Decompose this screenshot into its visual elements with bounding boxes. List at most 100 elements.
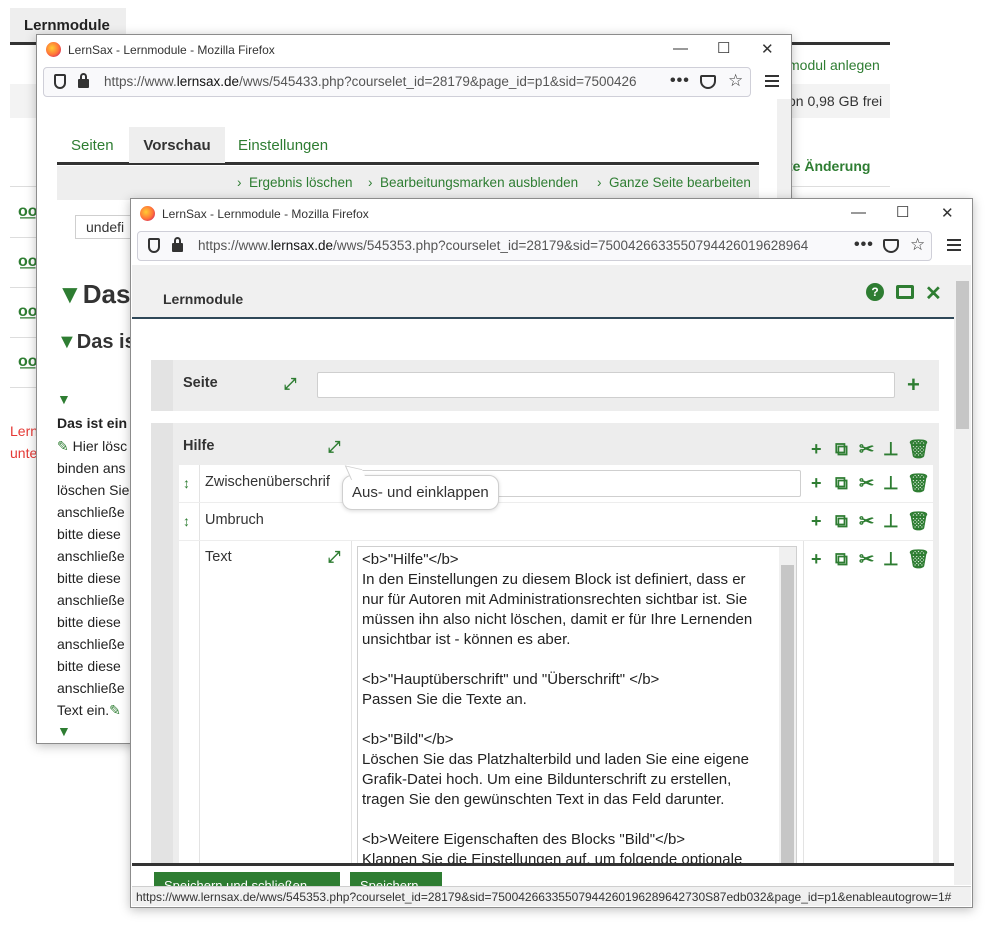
add-icon[interactable]: + bbox=[811, 439, 822, 459]
list-item: Text ⤢ <b>"Hilfe"</b> In den Einstellung… bbox=[179, 541, 933, 878]
close-icon[interactable]: ✕ bbox=[941, 204, 954, 222]
copy-icon[interactable]: ⧉ bbox=[835, 473, 848, 493]
glasses-icon[interactable]: o͟o bbox=[18, 303, 38, 321]
minimize-icon[interactable]: — bbox=[673, 40, 688, 57]
close-icon[interactable]: ✕ bbox=[925, 281, 942, 306]
cut-icon[interactable]: ✂ bbox=[859, 511, 874, 531]
row-label: Text bbox=[205, 549, 232, 565]
more-icon[interactable]: ••• bbox=[670, 72, 690, 90]
stamp-icon[interactable]: ⊥ bbox=[883, 511, 899, 531]
url-bar[interactable]: https://www.lernsax.de/wws/545353.php?co… bbox=[137, 231, 932, 261]
stamp-icon[interactable]: ⊥ bbox=[883, 439, 899, 459]
help-icon[interactable]: ? bbox=[866, 283, 884, 301]
row-label: Zwischenüberschrif bbox=[205, 474, 330, 490]
window-titlebar: LernSax - Lernmodule - Mozilla Firefox —… bbox=[37, 35, 791, 65]
triangle-down-icon[interactable]: ▼ bbox=[57, 279, 83, 309]
lock-icon[interactable] bbox=[78, 73, 89, 88]
maximize-icon[interactable]: ☐ bbox=[896, 203, 909, 221]
move-icon[interactable]: ↕ bbox=[183, 475, 190, 491]
tab-seiten[interactable]: Seiten bbox=[71, 127, 114, 163]
menu-icon[interactable] bbox=[765, 75, 779, 87]
expand-icon[interactable]: ⤢ bbox=[325, 549, 343, 567]
add-icon[interactable]: + bbox=[811, 511, 822, 531]
copy-icon[interactable]: ⧉ bbox=[835, 511, 848, 531]
add-icon[interactable]: + bbox=[811, 473, 822, 493]
row-actions: + ⧉ ✂ ⊥ 🗑 bbox=[811, 549, 931, 569]
triangle-down-icon[interactable]: ▼ bbox=[57, 723, 71, 739]
glasses-icon[interactable]: o͟o bbox=[18, 203, 38, 221]
glasses-icon[interactable]: o͟o bbox=[18, 353, 38, 371]
triangle-down-icon[interactable]: ▼ bbox=[57, 391, 71, 407]
row-label: Umbruch bbox=[205, 512, 264, 528]
save-close-button[interactable]: Speichern und schließen bbox=[154, 872, 340, 886]
text-line: anschließe bbox=[57, 592, 125, 608]
glasses-icon[interactable]: o͟o bbox=[18, 253, 38, 271]
page-title-input[interactable] bbox=[317, 372, 895, 398]
page-scrollbar[interactable] bbox=[954, 265, 971, 885]
action-reset-result[interactable]: › Ergebnis löschen bbox=[237, 175, 353, 190]
bg-red-text-2: unte bbox=[10, 445, 38, 461]
textarea-scrollbar[interactable] bbox=[779, 547, 796, 875]
tab-einstellungen[interactable]: Einstellungen bbox=[238, 127, 328, 163]
text-line: bitte diese bbox=[57, 526, 121, 542]
text-editor[interactable]: <b>"Hilfe"</b> In den Einstellungen zu d… bbox=[357, 546, 797, 878]
bookmark-star-icon[interactable]: ☆ bbox=[910, 235, 925, 255]
move-icon[interactable]: ↕ bbox=[183, 513, 190, 529]
scrollbar-thumb[interactable] bbox=[956, 281, 969, 429]
bg-last-change[interactable]: te Änderung bbox=[788, 158, 870, 174]
url-text[interactable]: https://www.lernsax.de/wws/545353.php?co… bbox=[198, 238, 848, 253]
heading-1: ▼Das bbox=[57, 279, 131, 309]
close-icon[interactable]: ✕ bbox=[761, 40, 774, 58]
action-edit-page[interactable]: › Ganze Seite bearbeiten bbox=[597, 175, 751, 190]
text-line: anschließe bbox=[57, 504, 125, 520]
url-text[interactable]: https://www.lernsax.de/wws/545433.php?co… bbox=[104, 74, 664, 89]
maximize-icon[interactable]: ☐ bbox=[717, 39, 730, 57]
cut-icon[interactable]: ✂ bbox=[859, 473, 874, 493]
stamp-icon[interactable]: ⊥ bbox=[883, 473, 899, 493]
print-icon[interactable] bbox=[896, 285, 914, 299]
pocket-icon[interactable] bbox=[883, 239, 899, 253]
trash-icon[interactable]: 🗑 bbox=[907, 473, 930, 493]
help-block-label: Hilfe bbox=[183, 438, 215, 454]
action-hide-marks[interactable]: › Bearbeitungsmarken ausblenden bbox=[368, 175, 578, 190]
expand-icon[interactable]: ⤢ bbox=[325, 439, 343, 457]
pocket-icon[interactable] bbox=[700, 75, 716, 89]
add-icon[interactable]: + bbox=[811, 549, 822, 569]
minimize-icon[interactable]: — bbox=[851, 204, 866, 221]
scrollbar-thumb[interactable] bbox=[781, 565, 794, 875]
row-actions: + ⧉ ✂ ⊥ 🗑 bbox=[811, 473, 931, 493]
tab-bar: Seiten Vorschau Einstellungen bbox=[57, 127, 759, 165]
divider bbox=[803, 541, 804, 873]
pencil-icon[interactable]: ✎ bbox=[109, 702, 121, 718]
url-bar[interactable]: https://www.lernsax.de/wws/545433.php?co… bbox=[43, 67, 751, 97]
bold-line: Das ist ein bbox=[57, 415, 128, 431]
save-button[interactable]: Speichern bbox=[350, 872, 442, 886]
cut-icon[interactable]: ✂ bbox=[859, 439, 874, 459]
tab-vorschau[interactable]: Vorschau bbox=[129, 127, 225, 163]
cut-icon[interactable]: ✂ bbox=[859, 549, 874, 569]
menu-icon[interactable] bbox=[947, 239, 961, 251]
help-block: Hilfe ⤢ + ⧉ ✂ ⊥ 🗑 ↕ Zwischenüberschrif +… bbox=[151, 423, 939, 878]
bookmark-star-icon[interactable]: ☆ bbox=[728, 71, 743, 91]
shield-icon[interactable] bbox=[54, 74, 66, 89]
lock-icon[interactable] bbox=[172, 237, 183, 252]
list-item: ↕ Zwischenüberschrif + ⧉ ✂ ⊥ 🗑 bbox=[179, 465, 933, 502]
pencil-icon[interactable]: ✎ bbox=[57, 438, 69, 454]
divider bbox=[199, 503, 200, 540]
add-icon[interactable]: + bbox=[907, 374, 920, 396]
copy-icon[interactable]: ⧉ bbox=[835, 549, 848, 569]
divider bbox=[351, 541, 352, 873]
shield-icon[interactable] bbox=[148, 238, 160, 253]
expand-icon[interactable]: ⤢ bbox=[281, 376, 299, 394]
bg-create-link[interactable]: modul anlegen bbox=[788, 57, 880, 73]
trash-icon[interactable]: 🗑 bbox=[907, 511, 930, 531]
more-icon[interactable]: ••• bbox=[854, 236, 874, 254]
text-line: anschließe bbox=[57, 636, 125, 652]
triangle-down-icon[interactable]: ▼ bbox=[57, 331, 77, 353]
copy-icon[interactable]: ⧉ bbox=[835, 439, 848, 459]
select-box[interactable]: undefi bbox=[75, 215, 135, 239]
stamp-icon[interactable]: ⊥ bbox=[883, 549, 899, 569]
module-header: Lernmodule ? ✕ bbox=[132, 265, 954, 319]
trash-icon[interactable]: 🗑 bbox=[907, 549, 930, 569]
trash-icon[interactable]: 🗑 bbox=[907, 439, 930, 459]
